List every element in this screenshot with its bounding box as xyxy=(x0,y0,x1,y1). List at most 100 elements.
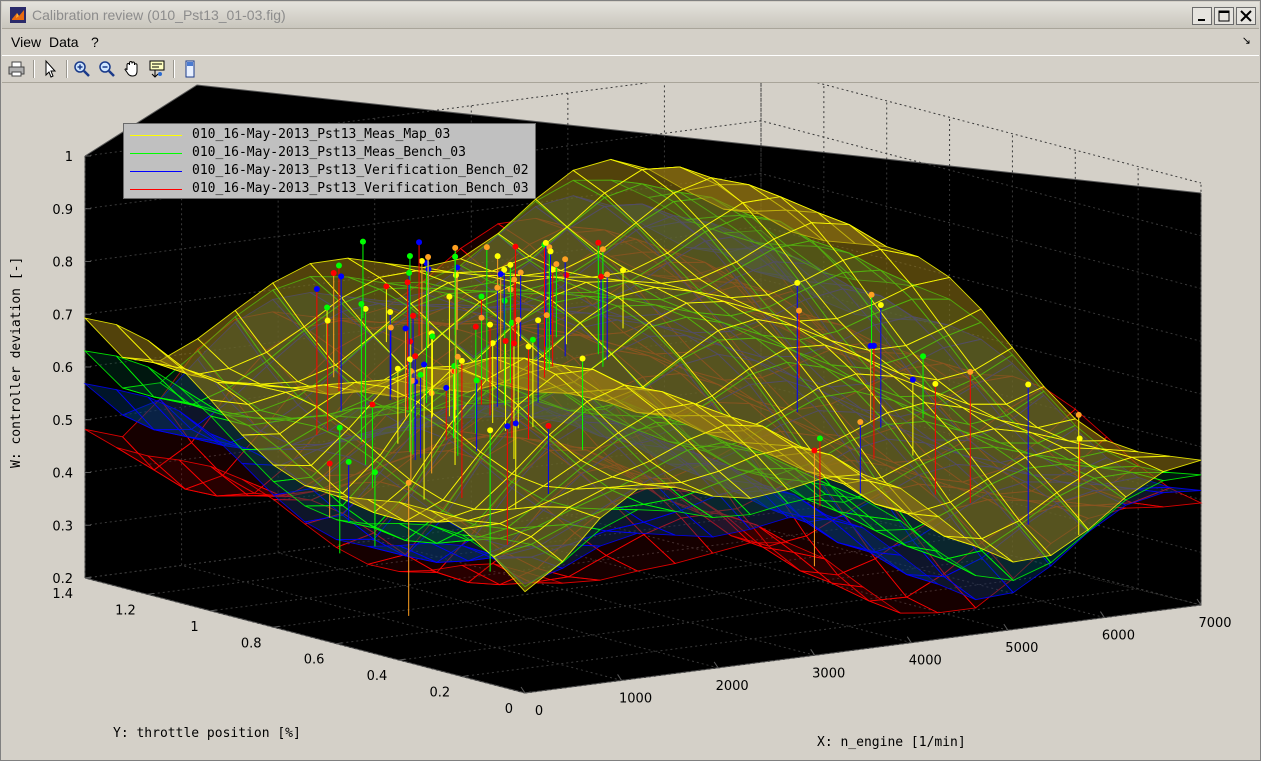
measurement-point[interactable] xyxy=(967,368,974,375)
measurement-point[interactable] xyxy=(359,238,366,245)
colorbar-button[interactable] xyxy=(180,59,200,79)
measurement-point[interactable] xyxy=(324,304,331,311)
measurement-point[interactable] xyxy=(489,340,496,347)
measurement-point[interactable] xyxy=(494,284,501,291)
measurement-point[interactable] xyxy=(418,258,425,265)
measurement-point[interactable] xyxy=(515,316,522,323)
menu-help[interactable]: ? xyxy=(91,34,99,50)
measurement-point[interactable] xyxy=(394,365,401,372)
measurement-point[interactable] xyxy=(358,300,365,307)
measurement-point[interactable] xyxy=(406,269,413,276)
measurement-point[interactable] xyxy=(909,376,916,383)
measurement-point[interactable] xyxy=(369,401,376,408)
measurement-point[interactable] xyxy=(562,256,569,263)
measurement-point[interactable] xyxy=(446,293,453,300)
measurement-point[interactable] xyxy=(362,305,369,312)
measurement-point[interactable] xyxy=(867,342,874,349)
measurement-point[interactable] xyxy=(868,291,875,298)
measurement-point[interactable] xyxy=(443,384,450,391)
measurement-point[interactable] xyxy=(511,276,518,283)
measurement-point[interactable] xyxy=(595,239,602,246)
measurement-point[interactable] xyxy=(598,273,605,280)
zoom-out-button[interactable] xyxy=(97,59,117,79)
measurement-point[interactable] xyxy=(472,323,479,330)
measurement-point[interactable] xyxy=(452,272,459,279)
measurement-point[interactable] xyxy=(542,239,549,246)
measurement-point[interactable] xyxy=(429,333,436,340)
dock-arrow-icon[interactable]: ↘ xyxy=(1242,34,1251,47)
measurement-point[interactable] xyxy=(387,309,394,316)
measurement-point[interactable] xyxy=(816,435,823,442)
measurement-point[interactable] xyxy=(604,271,611,278)
measurement-point[interactable] xyxy=(543,312,550,319)
zoom-in-button[interactable] xyxy=(72,59,92,79)
measurement-point[interactable] xyxy=(599,246,606,253)
measurement-point[interactable] xyxy=(501,297,508,304)
print-button[interactable] xyxy=(7,59,27,79)
measurement-point[interactable] xyxy=(1075,411,1082,418)
measurement-point[interactable] xyxy=(326,460,333,467)
measurement-point[interactable] xyxy=(545,422,552,429)
measurement-point[interactable] xyxy=(487,321,494,328)
measurement-point[interactable] xyxy=(502,337,509,344)
measurement-point[interactable] xyxy=(483,244,490,251)
measurement-point[interactable] xyxy=(796,307,803,314)
measurement-point[interactable] xyxy=(478,293,485,300)
measurement-point[interactable] xyxy=(579,355,586,362)
measurement-point[interactable] xyxy=(525,343,532,350)
pan-button[interactable] xyxy=(122,59,142,79)
maximize-button[interactable] xyxy=(1214,7,1234,25)
measurement-point[interactable] xyxy=(517,269,524,276)
measurement-point[interactable] xyxy=(494,253,501,260)
measurement-point[interactable] xyxy=(504,423,511,430)
measurement-point[interactable] xyxy=(406,356,413,363)
measurement-point[interactable] xyxy=(452,244,459,251)
measurement-point[interactable] xyxy=(857,419,864,426)
minimize-button[interactable] xyxy=(1192,7,1212,25)
measurement-point[interactable] xyxy=(417,371,424,378)
measurement-point[interactable] xyxy=(529,336,536,343)
measurement-point[interactable] xyxy=(425,254,432,261)
measurement-point[interactable] xyxy=(512,243,519,250)
select-button[interactable] xyxy=(40,59,60,79)
measurement-point[interactable] xyxy=(497,271,504,278)
data-cursor-button[interactable] xyxy=(147,59,167,79)
measurement-point[interactable] xyxy=(330,269,337,276)
measurement-point[interactable] xyxy=(932,380,939,387)
measurement-point[interactable] xyxy=(383,283,390,290)
measurement-point[interactable] xyxy=(335,262,342,269)
measurement-point[interactable] xyxy=(402,325,409,332)
measurement-point[interactable] xyxy=(535,317,542,324)
measurement-point[interactable] xyxy=(473,377,480,384)
measurement-point[interactable] xyxy=(336,424,343,431)
measurement-point[interactable] xyxy=(406,252,413,259)
menu-data[interactable]: Data xyxy=(49,34,79,50)
measurement-point[interactable] xyxy=(920,353,927,360)
measurement-point[interactable] xyxy=(416,239,423,246)
measurement-point[interactable] xyxy=(547,248,554,255)
measurement-point[interactable] xyxy=(478,314,485,321)
measurement-point[interactable] xyxy=(877,302,884,309)
measurement-point[interactable] xyxy=(553,261,560,268)
legend[interactable]: 010_16-May-2013_Pst13_Meas_Map_03 010_16… xyxy=(123,123,536,199)
measurement-point[interactable] xyxy=(345,458,352,465)
measurement-point[interactable] xyxy=(620,267,627,274)
measurement-point[interactable] xyxy=(507,261,514,268)
measurement-point[interactable] xyxy=(563,272,570,279)
measurement-point[interactable] xyxy=(412,353,419,360)
measurement-point[interactable] xyxy=(1076,435,1083,442)
measurement-point[interactable] xyxy=(338,273,345,280)
measurement-point[interactable] xyxy=(794,279,801,286)
measurement-point[interactable] xyxy=(410,312,417,319)
measurement-point[interactable] xyxy=(387,324,394,331)
measurement-point[interactable] xyxy=(313,285,320,292)
measurement-point[interactable] xyxy=(512,420,519,427)
measurement-point[interactable] xyxy=(405,479,412,486)
measurement-point[interactable] xyxy=(811,447,818,454)
measurement-point[interactable] xyxy=(1025,381,1032,388)
close-button[interactable] xyxy=(1236,7,1256,25)
menu-view[interactable]: View xyxy=(11,34,41,50)
measurement-point[interactable] xyxy=(452,253,459,260)
measurement-point[interactable] xyxy=(487,427,494,434)
measurement-point[interactable] xyxy=(404,279,411,286)
